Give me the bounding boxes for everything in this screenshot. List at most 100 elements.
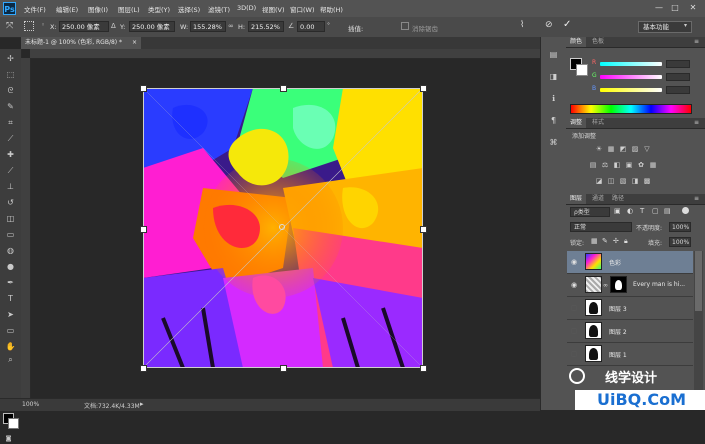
close-window-button[interactable]: ✕: [688, 3, 698, 13]
menu-window[interactable]: 窗口(W): [290, 4, 315, 14]
type-tool-icon[interactable]: T: [5, 293, 16, 304]
y-field[interactable]: 250.00 像素: [129, 21, 175, 32]
brush-tool-icon[interactable]: ⟋: [5, 165, 16, 176]
menu-type[interactable]: 类型(Y): [148, 4, 170, 14]
lasso-tool-icon[interactable]: ᘓ: [5, 85, 16, 96]
filter-adjustment-icon[interactable]: ◐: [627, 207, 633, 215]
path-select-tool-icon[interactable]: ➤: [5, 309, 16, 320]
gradient-tool-icon[interactable]: ▭: [5, 229, 16, 240]
chain-link-icon[interactable]: ∞: [603, 282, 608, 289]
clone-stamp-tool-icon[interactable]: ⊥: [5, 181, 16, 192]
layer-row[interactable]: ◉ 色彩: [567, 251, 693, 274]
paragraph-panel-icon[interactable]: ¶: [548, 115, 559, 126]
anti-alias-checkbox[interactable]: [401, 22, 409, 30]
layer-row[interactable]: ▢ 图层 1: [567, 343, 693, 366]
eye-hidden-icon[interactable]: ▢: [570, 304, 578, 312]
w-field[interactable]: 155.28%: [190, 21, 226, 32]
layer-filter-select[interactable]: ρ类型: [570, 207, 610, 217]
eye-hidden-icon[interactable]: ▢: [570, 350, 578, 358]
hand-tool-icon[interactable]: ✋: [5, 341, 16, 352]
history-panel-icon[interactable]: ▤: [548, 49, 559, 60]
tab-paths[interactable]: 路径: [612, 194, 624, 204]
info-panel-icon[interactable]: ℹ: [548, 93, 559, 104]
transform-handle[interactable]: [420, 85, 427, 92]
gradient-map-icon[interactable]: ◨: [631, 177, 639, 185]
menu-view[interactable]: 视图(V): [262, 4, 285, 14]
menu-edit[interactable]: 编辑(E): [56, 4, 78, 14]
layer-row[interactable]: ◉ ∞ Every man is hi...: [567, 274, 693, 297]
reference-point-icon[interactable]: [24, 21, 34, 31]
transform-center-point[interactable]: [279, 224, 285, 230]
layer-row[interactable]: ▢ 图层 2: [567, 320, 693, 343]
transform-handle[interactable]: [140, 226, 147, 233]
transform-handle[interactable]: [280, 365, 287, 372]
channel-slider-r[interactable]: [600, 62, 662, 66]
color-lookup-icon[interactable]: ▦: [649, 161, 657, 169]
layer-name[interactable]: 图层 1: [609, 350, 627, 359]
rectangle-tool-icon[interactable]: ▭: [5, 325, 16, 336]
layer-row[interactable]: ▢ 图层 3: [567, 297, 693, 320]
channel-slider-g[interactable]: [600, 75, 662, 79]
layer-name[interactable]: Every man is hi...: [633, 281, 685, 288]
history-brush-tool-icon[interactable]: ↺: [5, 197, 16, 208]
document-tab[interactable]: 未标题-1 @ 100% (色彩, RGB/8) * ×: [21, 37, 141, 49]
filter-smart-object-icon[interactable]: ▤: [664, 207, 671, 215]
commit-transform-icon[interactable]: ✓: [563, 19, 571, 30]
relative-position-icon[interactable]: Δ: [111, 22, 116, 30]
color-balance-icon[interactable]: ⚖: [601, 161, 609, 169]
posterize-icon[interactable]: ◫: [607, 177, 615, 185]
document-info[interactable]: 文档:732.4K/4.33M: [84, 401, 140, 410]
filter-shape-icon[interactable]: ▢: [652, 207, 659, 215]
quick-mask-icon[interactable]: ◙: [3, 433, 14, 444]
zoom-tool-icon[interactable]: ⌕: [5, 354, 16, 365]
scrollbar-thumb[interactable]: [695, 251, 702, 311]
x-field[interactable]: 250.00 像素: [59, 21, 109, 32]
levels-icon[interactable]: ▦: [607, 145, 615, 153]
channel-slider-b[interactable]: [600, 88, 662, 92]
eraser-tool-icon[interactable]: ◫: [5, 213, 16, 224]
properties-panel-icon[interactable]: ◨: [548, 71, 559, 82]
cancel-transform-icon[interactable]: ⊘: [545, 20, 553, 30]
link-icon[interactable]: ∞: [228, 22, 234, 30]
color-background-swatch[interactable]: [576, 64, 588, 76]
close-tab-icon[interactable]: ×: [132, 37, 137, 49]
layers-scrollbar[interactable]: [694, 251, 703, 391]
tab-swatches[interactable]: 色板: [592, 37, 604, 47]
eye-icon[interactable]: ◉: [570, 281, 578, 289]
healing-brush-tool-icon[interactable]: ✚: [5, 149, 16, 160]
exposure-icon[interactable]: ▨: [631, 145, 639, 153]
lock-all-icon[interactable]: 🔒︎: [624, 237, 628, 246]
transform-handle[interactable]: [140, 85, 147, 92]
pen-tool-icon[interactable]: ✒: [5, 277, 16, 288]
eye-hidden-icon[interactable]: ▢: [570, 327, 578, 335]
color-spectrum-ramp[interactable]: [570, 104, 692, 114]
transform-handle[interactable]: [420, 365, 427, 372]
vibrance-icon[interactable]: ▽: [643, 145, 651, 153]
layer-name[interactable]: 图层 2: [609, 327, 627, 336]
lock-position-icon[interactable]: ✢: [613, 237, 619, 245]
transform-handle[interactable]: [140, 365, 147, 372]
lock-transparent-icon[interactable]: ▦: [591, 237, 598, 245]
h-field[interactable]: 215.52%: [248, 21, 284, 32]
fill-field[interactable]: 100%: [669, 237, 691, 247]
channel-mixer-icon[interactable]: ✿: [637, 161, 645, 169]
panel-menu-icon[interactable]: ≡: [694, 119, 699, 126]
threshold-icon[interactable]: ▧: [619, 177, 627, 185]
warp-mode-icon[interactable]: ⌇: [520, 20, 524, 30]
tab-layers[interactable]: 图层: [566, 194, 587, 204]
opacity-field[interactable]: 100%: [669, 222, 691, 232]
tab-styles[interactable]: 样式: [592, 118, 604, 128]
curves-icon[interactable]: ◩: [619, 145, 627, 153]
eye-icon[interactable]: ◉: [570, 258, 578, 266]
minimize-button[interactable]: —: [654, 3, 664, 13]
channel-value-r[interactable]: [666, 60, 690, 68]
tab-adjustments[interactable]: 调整: [566, 118, 587, 128]
blend-mode-select[interactable]: 正常: [570, 222, 632, 232]
filter-toggle[interactable]: [682, 207, 689, 214]
tab-color[interactable]: 颜色: [566, 37, 587, 47]
channel-value-g[interactable]: [666, 73, 690, 81]
marquee-tool-icon[interactable]: ⬚: [5, 69, 16, 80]
filter-type-icon[interactable]: T: [640, 207, 644, 215]
blur-tool-icon[interactable]: ◍: [5, 245, 16, 256]
channel-value-b[interactable]: [666, 86, 690, 94]
